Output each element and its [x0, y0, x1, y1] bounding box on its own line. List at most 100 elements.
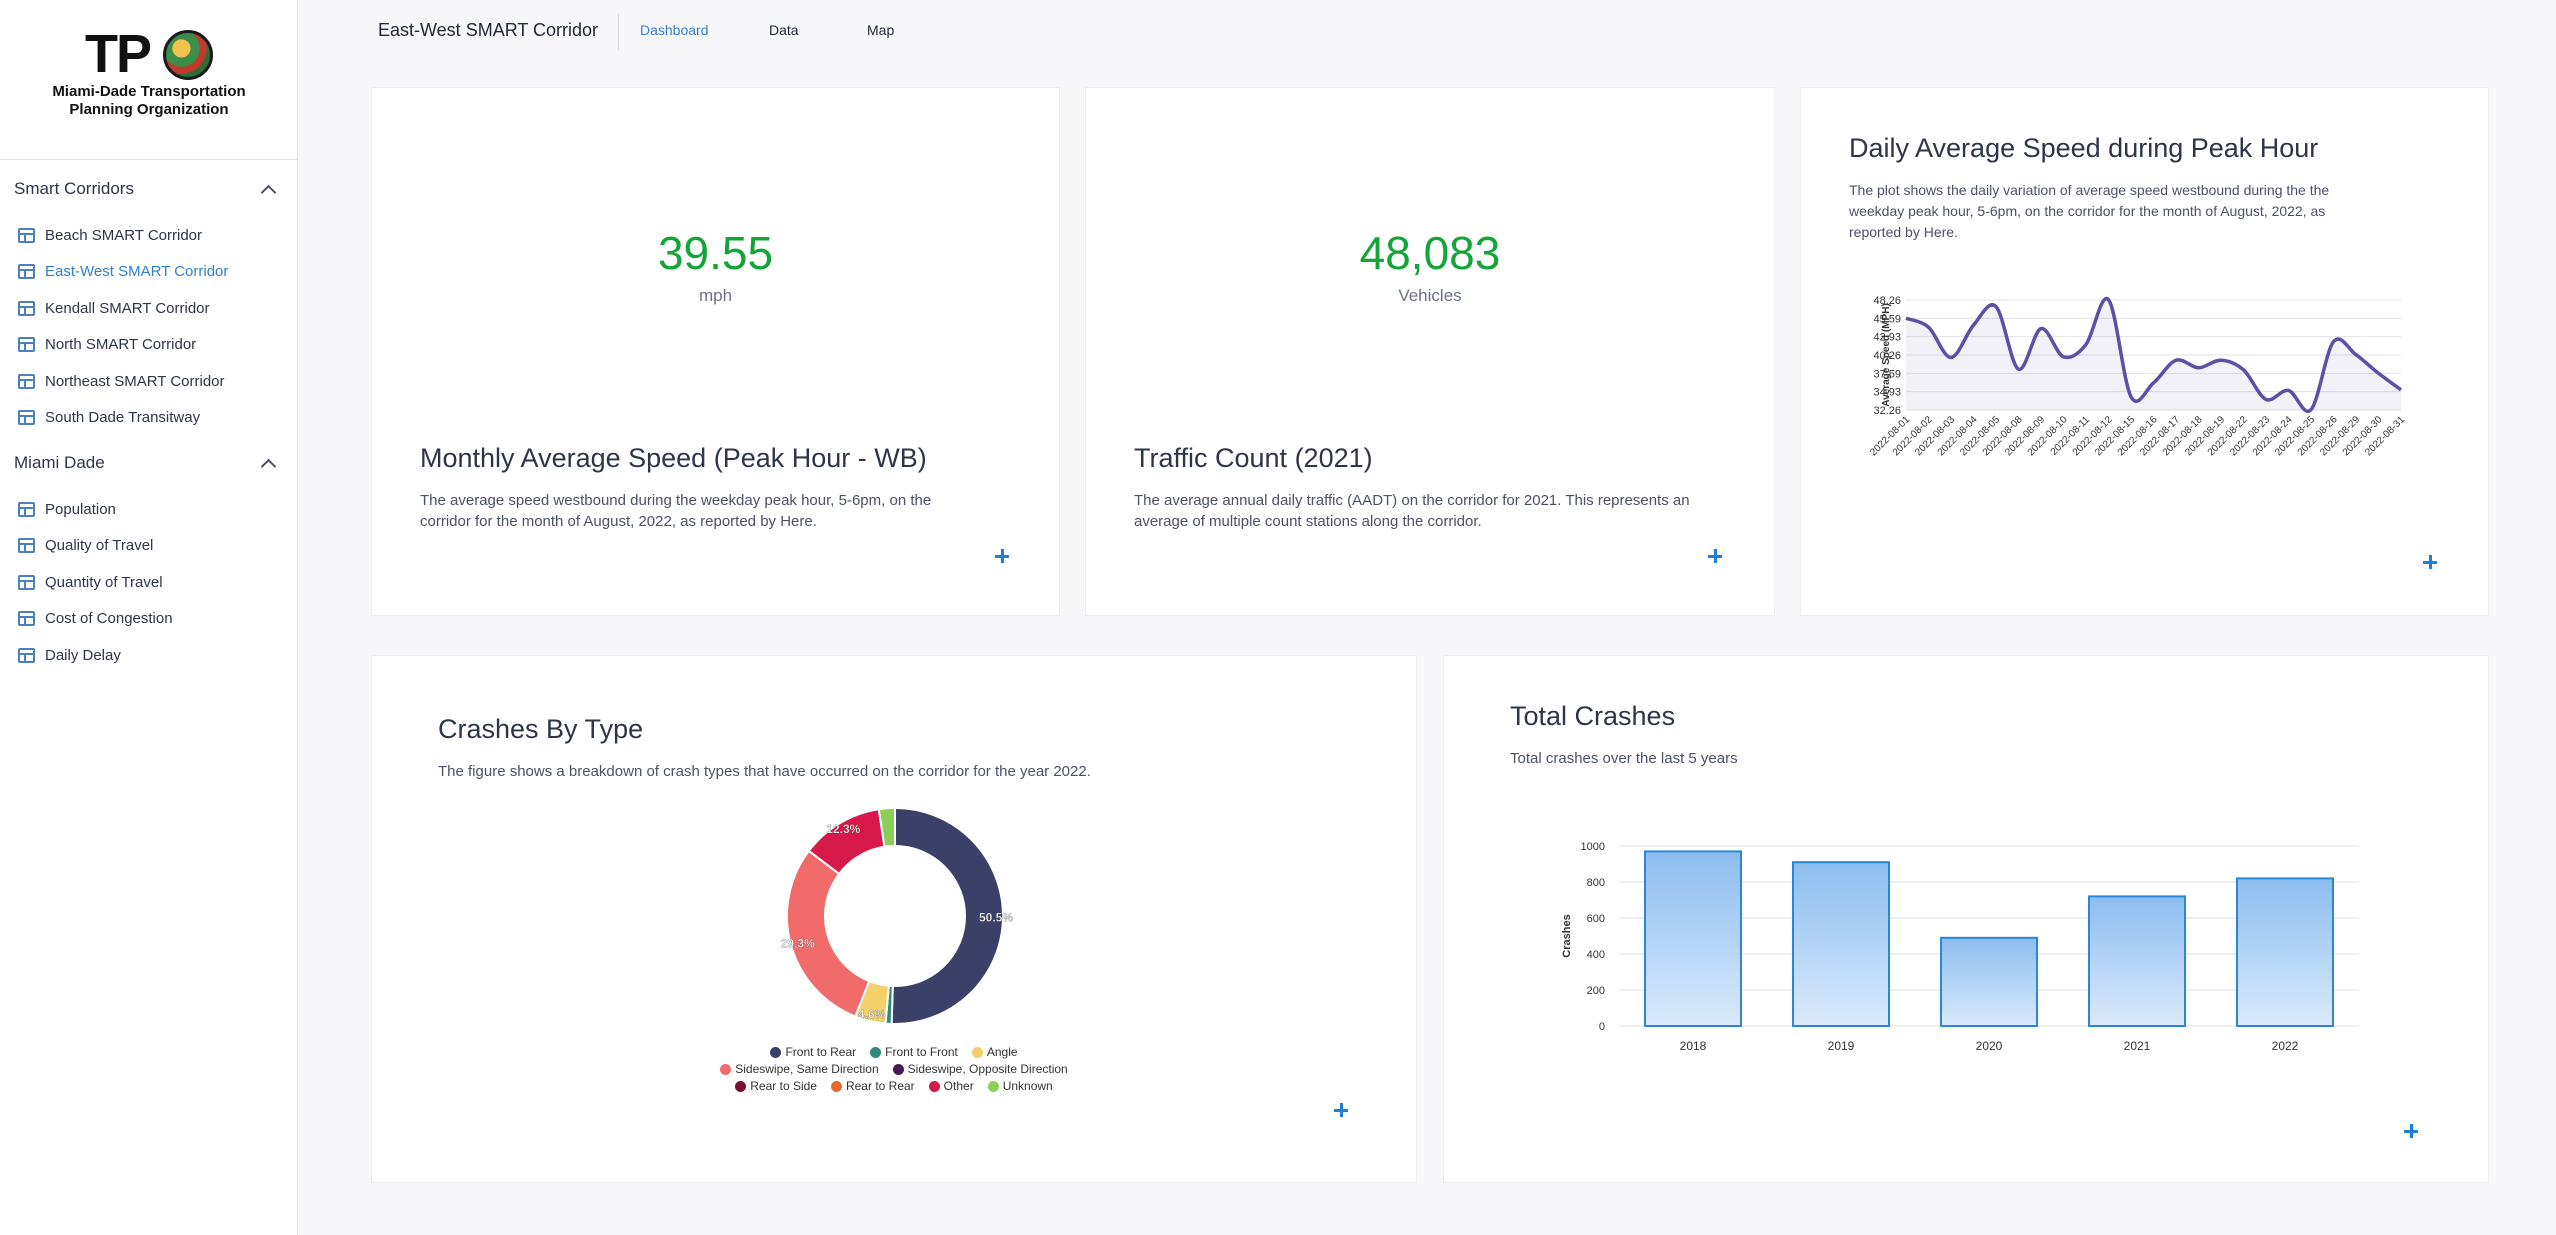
sidebar-item-south-dade[interactable]: South Dade Transitway	[18, 404, 200, 430]
y-tick-label: 800	[1587, 877, 1605, 889]
logo-mark: TP	[85, 24, 215, 84]
chart-legend: Front to Rear Front to Front Angle Sideswip…	[372, 1045, 1416, 1096]
kpi-value: 39.55	[657, 227, 774, 279]
card-description: Total crashes over the last 5 years	[1510, 750, 1738, 767]
legend-swatch	[870, 1046, 882, 1058]
legend-item[interactable]: Rear to Rear	[830, 1079, 915, 1093]
sidebar-item-label: Quantity of Travel	[45, 573, 163, 591]
card-description: The plot shows the daily variation of av…	[1849, 180, 2329, 243]
tab-dashboard[interactable]: Dashboard	[640, 22, 709, 38]
expand-plus-icon[interactable]	[1708, 549, 1722, 563]
legend-label: Sideswipe, Same Direction	[735, 1062, 879, 1076]
group-miami-dade[interactable]: Miami Dade	[14, 448, 284, 478]
sidebar-item-kendall[interactable]: Kendall SMART Corridor	[18, 295, 210, 321]
x-tick-label: 2019	[1828, 1039, 1855, 1053]
legend-swatch	[928, 1080, 940, 1092]
legend-item[interactable]: Sideswipe, Opposite Direction	[892, 1062, 1068, 1076]
legend-item[interactable]: Front to Rear	[770, 1045, 856, 1059]
table-icon	[18, 610, 35, 626]
sidebar-item-north[interactable]: North SMART Corridor	[18, 331, 196, 357]
sidebar-item-quality-of-travel[interactable]: Quality of Travel	[18, 532, 153, 558]
sidebar-item-quantity-of-travel[interactable]: Quantity of Travel	[18, 569, 163, 595]
sidebar-item-label: Cost of Congestion	[45, 609, 173, 627]
sidebar-item-beach[interactable]: Beach SMART Corridor	[18, 222, 202, 248]
slice-label: 4.6%	[858, 1007, 886, 1021]
y-tick-label: 200	[1587, 985, 1605, 997]
total-crashes-bar-chart: 0 200 400 600 800 1000 Crashes 2018 2019 2020 2021…	[1561, 841, 2359, 1053]
legend-label: Front to Rear	[785, 1045, 857, 1059]
tab-map[interactable]: Map	[867, 22, 894, 38]
group-title: Smart Corridors	[14, 179, 134, 198]
card-title: Monthly Average Speed (Peak Hour - WB)	[420, 443, 927, 473]
sidebar-item-east-west[interactable]: East-West SMART Corridor	[18, 258, 228, 284]
y-axis-label: Average Speed (MPH)	[1881, 303, 1892, 407]
x-tick-label: 2021	[2124, 1039, 2151, 1053]
legend-swatch	[892, 1063, 904, 1075]
card-traffic-count: 48,083 Vehicles Traffic Count (2021) The…	[1085, 87, 1775, 616]
sidebar-item-northeast[interactable]: Northeast SMART Corridor	[18, 368, 225, 394]
crashes-donut-chart: 50.5% 4.6% 29.3% 12.3%	[780, 806, 1014, 1025]
x-tick-label: 2022	[2272, 1039, 2299, 1053]
bar	[1644, 850, 1742, 1028]
legend-row: Sideswipe, Same Direction Sideswipe, Oppo…	[372, 1062, 1416, 1076]
legend-swatch	[770, 1046, 782, 1058]
sidebar-item-population[interactable]: Population	[18, 496, 116, 522]
y-tick-label: 400	[1587, 949, 1605, 961]
legend-label: Angle	[986, 1045, 1018, 1059]
expand-plus-icon[interactable]	[2404, 1124, 2418, 1138]
y-axis-label: Crashes	[1561, 914, 1573, 957]
desc-line: The plot shows the daily variation of av…	[1849, 182, 2330, 198]
chevron-up-icon	[260, 458, 277, 474]
bar	[1792, 861, 1890, 1028]
card-title: Daily Average Speed during Peak Hour	[1849, 133, 2319, 163]
table-icon	[18, 263, 35, 279]
legend-item[interactable]: Rear to Side	[735, 1079, 817, 1093]
legend-label: Other	[943, 1079, 974, 1093]
bar	[2088, 895, 2186, 1028]
top-nav: East-West SMART Corridor Dashboard Data …	[298, 0, 2556, 62]
daily-speed-line-chart: 48.2645.5942.9340.2637.5934.9332.26Avera…	[1868, 295, 2407, 458]
legend-label: Sideswipe, Opposite Direction	[907, 1062, 1068, 1076]
group-smart-corridors[interactable]: Smart Corridors	[14, 174, 284, 204]
legend-item[interactable]: Sideswipe, Same Direction	[720, 1062, 879, 1076]
desc-line: The average speed westbound during the w…	[420, 492, 932, 509]
tab-data[interactable]: Data	[769, 22, 799, 38]
legend-swatch	[720, 1063, 732, 1075]
table-icon	[18, 227, 35, 243]
y-tick-label: 600	[1587, 913, 1605, 925]
x-tick-label: 2020	[1976, 1039, 2003, 1053]
slice-label: 12.3%	[826, 822, 860, 836]
expand-plus-icon[interactable]	[995, 549, 1009, 563]
desc-line: The average annual daily traffic (AADT) …	[1134, 492, 1690, 509]
card-title: Total Crashes	[1510, 701, 1676, 731]
kpi-unit: mph	[698, 286, 733, 305]
expand-plus-icon[interactable]	[1334, 1103, 1348, 1117]
card-title: Traffic Count (2021)	[1134, 443, 1373, 473]
sidebar-item-label: Quality of Travel	[45, 536, 154, 554]
legend-item[interactable]: Other	[928, 1079, 974, 1093]
table-icon	[18, 537, 35, 553]
sidebar-item-cost-of-congestion[interactable]: Cost of Congestion	[18, 605, 173, 631]
expand-plus-icon[interactable]	[2423, 555, 2437, 569]
chevron-up-icon	[260, 184, 277, 200]
bar	[2236, 877, 2334, 1028]
sidebar-item-daily-delay[interactable]: Daily Delay	[18, 642, 121, 668]
tpo-logo[interactable]: TP Miami-Dade Transportation Planning Or…	[0, 0, 298, 160]
legend-item[interactable]: Angle	[971, 1045, 1018, 1059]
sidebar-item-label: Population	[45, 500, 116, 518]
globe-icon	[163, 30, 213, 80]
table-icon	[18, 647, 35, 663]
kpi-value: 48,083	[1359, 227, 1501, 279]
card-description: The figure shows a breakdown of crash ty…	[438, 763, 1091, 780]
card-total-crashes: Total Crashes Total crashes over the las…	[1443, 655, 2489, 1183]
legend-label: Front to Front	[885, 1045, 958, 1059]
sidebar-item-label: Kendall SMART Corridor	[45, 299, 210, 317]
legend-swatch	[987, 1080, 999, 1092]
legend-label: Rear to Rear	[845, 1079, 915, 1093]
table-icon	[18, 336, 35, 352]
legend-item[interactable]: Unknown	[987, 1079, 1053, 1093]
legend-row: Rear to Side Rear to Rear Other Unknown	[372, 1079, 1416, 1093]
y-tick-label: 0	[1599, 1021, 1605, 1033]
legend-item[interactable]: Front to Front	[870, 1045, 958, 1059]
table-icon	[18, 574, 35, 590]
